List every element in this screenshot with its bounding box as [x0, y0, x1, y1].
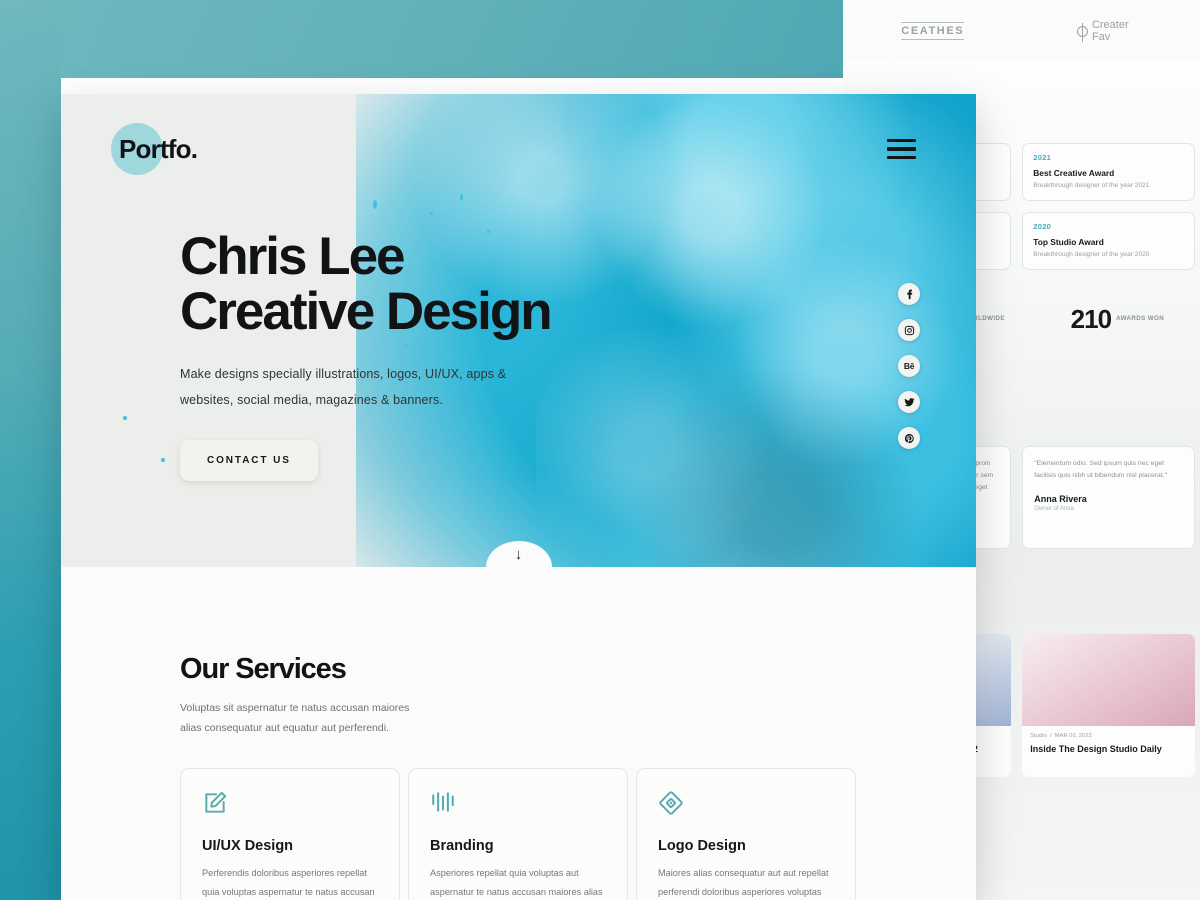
page-title: Chris Lee Creative Design — [180, 227, 553, 341]
award-year: 2021 — [1033, 153, 1052, 162]
scroll-down-arrow-icon: ↓ — [514, 546, 523, 563]
hero-heading-line2: Creative Design — [180, 281, 553, 341]
ink-speck — [123, 416, 127, 420]
award-title: Best Creative Award — [1033, 168, 1115, 178]
services-grid: UI/UX Design Perferendis doloribus asper… — [180, 767, 976, 900]
behance-icon[interactable]: Bē — [898, 355, 920, 377]
testimonial-name: Anna Rivera — [1034, 493, 1087, 504]
social-links-rail: Bē — [898, 283, 920, 449]
creater-fav-mark-icon — [1076, 22, 1088, 42]
service-description: Perferendis doloribus asperiores repella… — [202, 867, 375, 897]
diamond-logo-icon — [658, 790, 684, 816]
client-logo-ceathes: CEATHES — [901, 22, 965, 40]
instagram-icon[interactable] — [898, 319, 920, 341]
service-card-branding[interactable]: Branding Asperiores repellat quia volupt… — [408, 767, 628, 900]
testimonial-quote: "Elementum odio. Sed ipsum quis nec eget… — [1034, 460, 1168, 479]
hero-heading-line1: Chris Lee — [180, 227, 406, 286]
hamburger-menu-icon[interactable] — [887, 138, 916, 160]
ink-speck — [430, 212, 433, 215]
client-logo-creater-fav: Creater Fav — [1076, 19, 1129, 43]
news-title: Inside The Design Studio Daily — [1030, 743, 1162, 754]
service-name: UI/UX Design — [202, 837, 294, 854]
services-title: Our Services — [180, 653, 347, 685]
service-description: Asperiores repellat quia voluptas aut as… — [430, 867, 603, 897]
award-title: Top Studio Award — [1033, 237, 1104, 247]
contact-us-button[interactable]: CONTACT US — [180, 439, 318, 481]
testimonial-card[interactable]: "Elementum odio. Sed ipsum quis nec eget… — [1022, 446, 1195, 549]
hamburger-line — [887, 147, 916, 151]
foreground-portfolio-page: Portfo. Chris Lee Creative Design Make d… — [61, 94, 976, 900]
site-header: Portfo. — [61, 94, 976, 204]
facebook-icon[interactable] — [898, 283, 920, 305]
news-meta: Studio / MAR 02, 2022 — [1030, 732, 1092, 739]
service-name: Branding — [430, 837, 494, 854]
hero-subtext: Make designs specially illustrations, lo… — [180, 367, 507, 408]
news-card[interactable]: Studio / MAR 02, 2022 Inside The Design S… — [1022, 633, 1195, 777]
client-logos-strip: VIN-TAGE VIOLET CEATHES CreaterFav — [843, 0, 1200, 62]
award-year: 2020 — [1033, 222, 1052, 231]
hamburger-line — [887, 138, 916, 143]
services-section: Our Services Voluptas sit aspernatur te … — [61, 567, 976, 900]
equalizer-bars-icon — [430, 790, 456, 816]
site-logo[interactable]: Portfo. — [111, 123, 198, 175]
teal-backdrop-left — [0, 0, 61, 900]
stat-label: AWARDS WON — [1116, 315, 1165, 323]
news-thumbnail — [1022, 633, 1195, 726]
service-description: Maiores alias consequatur aut aut repell… — [658, 867, 829, 897]
stat-number: 210 — [1070, 304, 1112, 334]
service-card-uiux[interactable]: UI/UX Design Perferendis doloribus asper… — [180, 767, 400, 900]
hamburger-line — [887, 155, 916, 160]
twitter-icon[interactable] — [898, 391, 920, 413]
award-card[interactable]: 2021 Best Creative Award Breakthrough desi… — [1022, 143, 1195, 201]
teal-backdrop-top — [0, 0, 843, 78]
logo-text: Portfo. — [119, 133, 198, 164]
service-card-logo[interactable]: Logo Design Maiores alias consequatur au… — [636, 767, 856, 900]
pencil-edit-icon — [202, 790, 228, 816]
award-desc: Breakthrough designer of the year 2021 — [1033, 182, 1150, 189]
pinterest-icon[interactable] — [898, 427, 920, 449]
hero-content: Chris Lee Creative Design Make designs s… — [180, 227, 553, 481]
service-name: Logo Design — [658, 837, 746, 854]
hero-section: Portfo. Chris Lee Creative Design Make d… — [61, 94, 976, 567]
award-desc: Breakthrough designer of the year 2020 — [1033, 251, 1150, 258]
ink-speck — [161, 458, 165, 462]
award-card[interactable]: 2020 Top Studio Award Breakthrough designe… — [1022, 212, 1195, 270]
stat-item: 210 AWARDS WON — [1071, 304, 1164, 335]
services-subtitle: Voluptas sit aspernatur te natus accusan… — [180, 702, 410, 734]
testimonial-role: Owner of Anna — [1034, 505, 1074, 512]
